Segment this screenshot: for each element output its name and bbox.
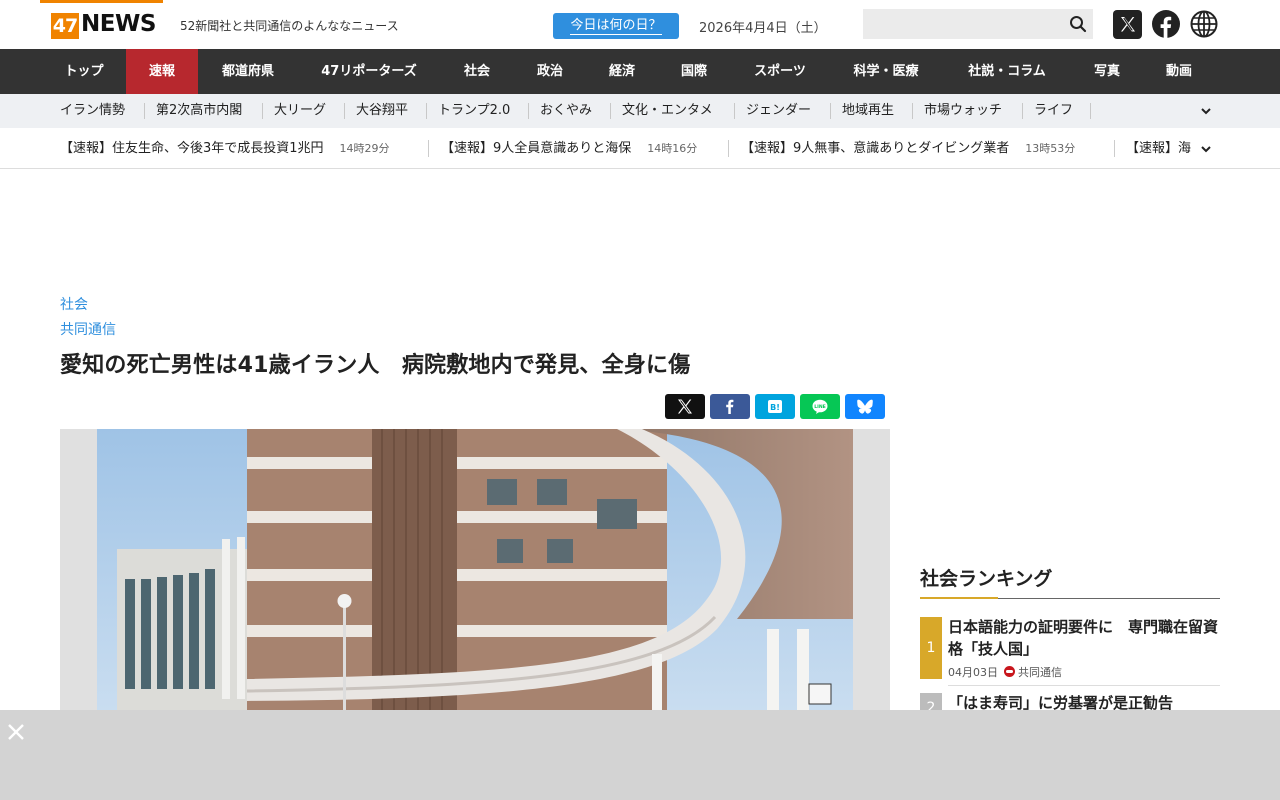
breaking-time: 14時29分 (339, 142, 390, 155)
topic-item-trump[interactable]: トランプ2.0 (438, 94, 510, 128)
breaking-divider (428, 140, 429, 157)
nav-item-breaking[interactable]: 速報 (126, 49, 198, 94)
topic-item-mlb[interactable]: 大リーグ (274, 94, 326, 128)
hatena-bookmark-icon: B! (768, 400, 782, 413)
breaking-headline: 【速報】9人全員意識ありと海保 (441, 141, 632, 156)
today-in-history-button[interactable]: 今日は何の日？ (553, 13, 679, 39)
current-date: 2026年4月4日（土） (699, 21, 827, 36)
topic-item-obituaries[interactable]: おくやみ (540, 94, 592, 128)
nav-item-world[interactable]: 国際 (658, 49, 730, 94)
line-icon: LINE (812, 399, 828, 414)
topic-item-market[interactable]: 市場ウォッチ (924, 94, 1002, 128)
topic-divider (912, 103, 913, 119)
topic-divider (262, 103, 263, 119)
chevron-down-icon[interactable] (1200, 143, 1212, 155)
topic-item-gender[interactable]: ジェンダー (746, 94, 811, 128)
topic-item-regional[interactable]: 地域再生 (842, 94, 894, 128)
topic-divider (1022, 103, 1023, 119)
close-icon[interactable] (6, 722, 26, 742)
line-share-button[interactable]: LINE (800, 394, 840, 419)
nav-item-photos[interactable]: 写真 (1072, 49, 1142, 94)
kyodo-logo-icon (1004, 666, 1015, 677)
breaking-headline: 【速報】海 (1126, 141, 1192, 156)
x-icon[interactable] (1113, 10, 1142, 39)
nav-item-editorial[interactable]: 社説・コラム (942, 49, 1072, 94)
search-input[interactable] (863, 9, 1093, 39)
nav-item-videos[interactable]: 動画 (1142, 49, 1216, 94)
nav-item-society[interactable]: 社会 (440, 49, 514, 94)
breaking-news-item[interactable]: 【速報】住友生命、今後3年で成長投資1兆円 14時29分 (60, 128, 390, 168)
facebook-icon (726, 399, 734, 414)
svg-text:B!: B! (770, 403, 780, 412)
topic-divider (528, 103, 529, 119)
topic-item-ohtani[interactable]: 大谷翔平 (356, 94, 408, 128)
nav-item-top[interactable]: トップ (42, 49, 126, 94)
x-share-button[interactable] (665, 394, 705, 419)
nav-item-economy[interactable]: 経済 (586, 49, 658, 94)
ranking-item-meta: 04月03日 共同通信 (948, 664, 1062, 680)
topic-divider (144, 103, 145, 119)
ranking-item-title[interactable]: 日本語能力の証明要件に 専門職在留資格「技人国」 (948, 616, 1220, 660)
topic-divider (426, 103, 427, 119)
breaking-headline: 【速報】住友生命、今後3年で成長投資1兆円 (60, 141, 324, 156)
chevron-down-icon[interactable] (1200, 105, 1212, 117)
breaking-news-item[interactable]: 【速報】海 (1126, 128, 1192, 168)
nav-item-sports[interactable]: スポーツ (730, 49, 830, 94)
article-category-link[interactable]: 社会 (60, 294, 88, 314)
breaking-time: 14時16分 (647, 142, 698, 155)
site-logo[interactable]: 47 NEWS (40, 0, 163, 49)
topic-divider (1090, 103, 1091, 119)
logo-news: NEWS (81, 11, 156, 37)
ranking-item-source: 共同通信 (1018, 666, 1062, 679)
article-photo (60, 429, 890, 710)
ranking-title-underline (920, 597, 1220, 599)
hospital-building-photo (97, 429, 853, 710)
facebook-share-button[interactable] (710, 394, 750, 419)
topic-navigation: イラン情勢 第2次高市内閣 大リーグ 大谷翔平 トランプ2.0 おくやみ 文化・… (0, 94, 1280, 128)
topic-item-takaichi-cabinet[interactable]: 第2次高市内閣 (156, 94, 242, 128)
logo-accent-bar (40, 0, 163, 3)
ranking-underline-accent (920, 597, 998, 599)
site-header: 47 NEWS 52新聞社と共同通信のよんななニュース 今日は何の日？ 2026… (0, 0, 1280, 49)
site-tagline: 52新聞社と共同通信のよんななニュース (180, 19, 399, 33)
today-button-label: 今日は何の日？ (570, 18, 662, 35)
nav-item-prefectures[interactable]: 都道府県 (198, 49, 298, 94)
main-navigation: トップ 速報 都道府県 47リポーターズ 社会 政治 経済 国際 スポーツ 科学… (0, 49, 1280, 94)
svg-text:LINE: LINE (814, 404, 826, 410)
logo-47: 47 (51, 13, 79, 39)
topic-divider (610, 103, 611, 119)
breaking-time: 13時53分 (1025, 142, 1076, 155)
ranking-divider (948, 685, 1220, 686)
topic-item-culture[interactable]: 文化・エンタメ (622, 94, 713, 128)
topic-divider (830, 103, 831, 119)
ranking-item-date: 04月03日 (948, 666, 998, 679)
rank-number: 1 (920, 617, 942, 679)
globe-icon[interactable] (1190, 10, 1218, 38)
bluesky-share-button[interactable] (845, 394, 885, 419)
breaking-divider (1114, 140, 1115, 157)
nav-item-politics[interactable]: 政治 (514, 49, 586, 94)
topic-item-iran[interactable]: イラン情勢 (60, 94, 125, 128)
hatena-share-button[interactable]: B! (755, 394, 795, 419)
breaking-news-item[interactable]: 【速報】9人無事、意識ありとダイビング業者 13時53分 (741, 128, 1076, 168)
search-icon[interactable] (1069, 15, 1087, 33)
topic-item-life[interactable]: ライフ (1034, 94, 1073, 128)
breaking-news-item[interactable]: 【速報】9人全員意識ありと海保 14時16分 (441, 128, 698, 168)
facebook-icon[interactable] (1152, 10, 1180, 38)
article-source-link[interactable]: 共同通信 (60, 319, 116, 339)
ranking-title: 社会ランキング (920, 568, 1053, 590)
x-icon (678, 399, 692, 414)
breaking-headline: 【速報】9人無事、意識ありとダイビング業者 (741, 141, 1010, 156)
bluesky-icon (857, 399, 873, 414)
article-title: 愛知の死亡男性は41歳イラン人 病院敷地内で発見、全身に傷 (60, 353, 691, 378)
nav-item-47reporters[interactable]: 47リポーターズ (298, 49, 440, 94)
topic-divider (344, 103, 345, 119)
topic-divider (734, 103, 735, 119)
bottom-ad-overlay (0, 710, 1280, 800)
nav-item-science[interactable]: 科学・医療 (830, 49, 942, 94)
breaking-divider (728, 140, 729, 157)
breaking-news-ticker: 【速報】住友生命、今後3年で成長投資1兆円 14時29分 【速報】9人全員意識あり… (0, 128, 1280, 169)
